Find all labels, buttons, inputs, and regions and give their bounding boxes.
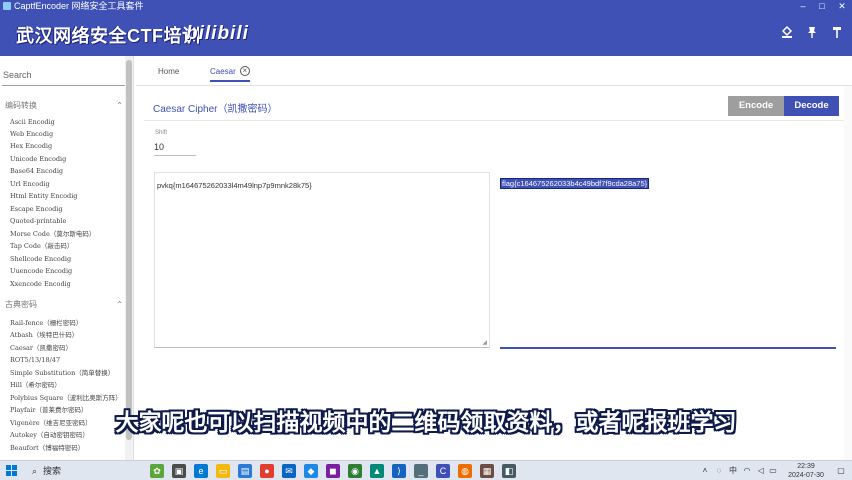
sidebar-item-beaufort[interactable]: Beaufort（博福特密码） [10,442,128,454]
tab-home[interactable]: Home [158,62,179,82]
decode-button[interactable]: Decode [784,96,839,116]
output-textarea[interactable]: flag{c164675262033b4c49bdf7f9cda28a75} [499,172,836,349]
app-icon[interactable]: ◧ [502,464,516,478]
notification-icon[interactable]: ▢ [836,466,846,476]
captfencoder-icon[interactable]: C [436,464,450,478]
file-explorer-icon[interactable]: ▭ [216,464,230,478]
chevron-up-icon: ⌃ [116,101,123,110]
tab-bar: Home Caesar × [136,56,852,86]
close-tab-icon[interactable]: × [239,66,250,76]
vscode-icon[interactable]: ⟩ [392,464,406,478]
app-header: 武汉网络安全CTF培训 bilibili [0,12,852,56]
ime-icon[interactable]: 中 [728,466,738,476]
sidebar-item-html-entity[interactable]: Html Entity Encodig [10,190,128,202]
app-icon[interactable]: ◍ [458,464,472,478]
app-icon[interactable]: ▦ [480,464,494,478]
terminal-icon[interactable]: _ [414,464,428,478]
output-text-selected: flag{c164675262033b4c49bdf7f9cda28a75} [499,178,650,189]
wechat-icon[interactable]: ◌ [714,466,724,476]
sidebar-item-escape[interactable]: Escape Encodig [10,203,128,215]
encode-button[interactable]: Encode [728,96,784,116]
sidebar-item-morse[interactable]: Morse Code（莫尔斯电码） [10,228,128,240]
tab-label: Caesar [210,67,236,76]
chrome-icon[interactable]: ● [260,464,274,478]
scrollbar-thumb[interactable] [126,60,132,440]
widgets-icon[interactable]: ✿ [150,464,164,478]
shift-label: Shift [155,130,168,136]
sidebar-item-atbash[interactable]: Atbash（埃特巴什码） [10,329,128,341]
close-window-button[interactable]: ✕ [833,0,851,12]
sidebar-item-unicode[interactable]: Unicode Encodig [10,153,128,165]
sidebar-item-shellcode[interactable]: Shellcode Encodig [10,253,128,265]
sidebar-item-web[interactable]: Web Encodig [10,128,128,140]
sidebar-item-simple-substitution[interactable]: Simple Substitution（简单替换） [10,367,128,379]
sidebar-item-xxencode[interactable]: Xxencode Encodig [10,278,128,290]
battery-icon[interactable]: ▭ [768,466,778,476]
app-icon[interactable]: ◉ [348,464,362,478]
sidebar-item-hex[interactable]: Hex Encodig [10,140,128,152]
taskbar-clock[interactable]: 22:39 2024-07-30 [780,462,832,480]
pin-icon[interactable] [803,25,821,43]
clock-time: 22:39 [797,463,815,470]
search-placeholder: Search [3,70,32,80]
clock-date: 2024-07-30 [788,472,824,479]
edge-icon[interactable]: e [194,464,208,478]
video-subtitle: 大家呢也可以扫描视频中的二维码领取资料，或者呢报班学习 [115,409,737,435]
sidebar-item-uuencode[interactable]: Uuencode Encodig [10,265,128,277]
sidebar-item-hill[interactable]: Hill（希尔密码） [10,379,128,391]
divider [144,120,846,121]
hammer-icon[interactable] [828,25,846,43]
sidebar-item-caesar[interactable]: Caesar（凯撒密码） [10,342,128,354]
search-input[interactable]: Search [2,66,128,86]
taskbar-search[interactable]: ⌕ 搜索 [32,463,132,479]
sidebar-item-polybius[interactable]: Polybius Square（波利比奥斯方阵） [10,392,128,404]
taskbar: ⌕ 搜索 ✿ ▣ e ▭ ▤ ● ✉ ◆ ◼ ◉ ▲ ⟩ _ C ◍ ▦ ◧ ˄ … [0,460,852,480]
mail-icon[interactable]: ✉ [282,464,296,478]
chevron-up-icon[interactable]: ˄ [700,466,710,476]
app-icon[interactable]: ◼ [326,464,340,478]
bilibili-logo: bilibili [186,23,249,44]
volume-icon[interactable]: ◁ [756,466,766,476]
sidebar-item-quoted-printable[interactable]: Quoted-printable [10,215,128,227]
input-textarea[interactable]: pvkq{m164675262033l4m49lnp7p9mnk28k75} ◢ [154,172,490,348]
sidebar: Search 编码转换 ⌃ Ascii Encodig Web Encodig … [0,56,134,460]
app-title: 武汉网络安全CTF培训 [16,26,201,46]
page-title: Caesar Cipher（凯撒密码） [153,104,278,115]
group-label: 编码转换 [5,101,37,110]
sidebar-item-ascii[interactable]: Ascii Encodig [10,116,128,128]
tab-label: Home [158,67,180,76]
window-title-bar: CaptfEncoder 网络安全工具套件 – □ ✕ [0,0,852,12]
shift-input[interactable]: 10 [154,140,196,156]
search-icon: ⌕ [32,466,38,476]
sidebar-item-url[interactable]: Url Encodig [10,178,128,190]
group-encoding[interactable]: 编码转换 ⌃ [5,99,127,113]
sidebar-item-tap-code[interactable]: Tap Code（敲击码） [10,240,128,252]
minimize-button[interactable]: – [794,0,812,12]
app-icon[interactable]: ◆ [304,464,318,478]
app-icon[interactable]: ▲ [370,464,384,478]
input-text: pvkq{m164675262033l4m49lnp7p9mnk28k75} [157,181,312,190]
taskbar-search-label: 搜索 [43,466,62,476]
resize-grip-icon[interactable]: ◢ [482,339,487,346]
main-panel: Home Caesar × Caesar Cipher（凯撒密码） Encode … [136,56,852,460]
sidebar-item-rot[interactable]: ROT5/13/18/47 [10,354,128,366]
store-icon[interactable]: ▤ [238,464,252,478]
maximize-button[interactable]: □ [813,0,831,12]
group-classical[interactable]: 古典密码 ⌃ [5,298,127,312]
sidebar-item-base64[interactable]: Base64 Encodig [10,165,128,177]
task-view-icon[interactable]: ▣ [172,464,186,478]
group-label: 古典密码 [5,300,37,309]
sidebar-scrollbar[interactable] [125,56,133,460]
paint-bucket-icon[interactable] [778,25,796,43]
wifi-icon[interactable]: ◠ [742,466,752,476]
window-title: CaptfEncoder 网络安全工具套件 [14,1,144,11]
app-icon [3,2,11,10]
tab-caesar[interactable]: Caesar × [210,62,250,82]
windows-start-icon[interactable] [6,465,18,477]
chevron-up-icon: ⌃ [116,300,123,309]
sidebar-item-rail-fence[interactable]: Rail-fence（栅栏密码） [10,317,128,329]
